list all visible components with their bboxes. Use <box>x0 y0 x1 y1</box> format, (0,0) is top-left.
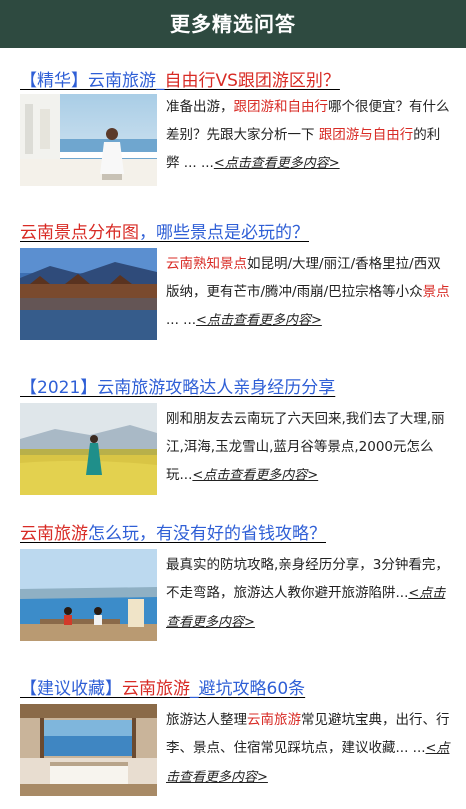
qa-title-1[interactable]: 【精华】云南旅游_自由行VS跟团游区别？ <box>20 66 340 91</box>
qa-thumbnail-2[interactable] <box>20 248 157 340</box>
qa-card-5[interactable]: 【建议收藏】云南旅游_避坑攻略60条 旅游达人整理云南旅游常见避坑宝典，出行、行… <box>0 668 466 803</box>
qa-desc-5: 旅游达人整理云南旅游常见避坑宝典，出行、行李、景点、住宿常见踩坑点，建议收藏..… <box>166 712 450 785</box>
page-header: 更多精选问答 <box>0 0 466 48</box>
qa-desc-3: 刚和朋友去云南玩了六天回来,我们去了大理,丽江,洱海,玉龙雪山,蓝月谷等景点,2… <box>166 411 445 483</box>
qa-title-2[interactable]: 云南景点分布图，哪些景点是必玩的？ <box>20 218 309 243</box>
qa-desc-2: 云南熟知景点如昆明/大理/丽江/香格里拉/西双版纳，更有芒市/腾冲/雨崩/巴拉宗… <box>166 256 450 328</box>
qa-thumbnail-4[interactable] <box>20 549 157 641</box>
qa-thumbnail-5[interactable] <box>20 704 157 796</box>
qa-title-5[interactable]: 【建议收藏】云南旅游_避坑攻略60条 <box>20 674 305 699</box>
view-more-link-2[interactable]: <点击查看更多内容> <box>196 313 322 328</box>
view-more-link-1[interactable]: <点击查看更多内容> <box>214 156 340 171</box>
qa-thumbnail-3[interactable] <box>20 403 157 495</box>
qa-title-3[interactable]: 【2021】云南旅游攻略达人亲身经历分享 <box>20 373 335 398</box>
page-title: 更多精选问答 <box>170 12 296 36</box>
qa-card-1[interactable]: 【精华】云南旅游_自由行VS跟团游区别？ 准备出游，跟团游和自由行哪个很便宜？有… <box>0 60 466 195</box>
qa-desc-1: 准备出游，跟团游和自由行哪个很便宜？有什么差别？先跟大家分析一下 跟团游与自由行… <box>166 99 450 171</box>
qa-card-3[interactable]: 【2021】云南旅游攻略达人亲身经历分享 刚和朋友去云南玩了六天回来,我们去了大… <box>0 367 466 502</box>
qa-title-4[interactable]: 云南旅游怎么玩，有没有好的省钱攻略？ <box>20 519 326 544</box>
qa-thumbnail-1[interactable] <box>20 94 157 186</box>
qa-card-2[interactable]: 云南景点分布图，哪些景点是必玩的？ 云南熟知景点如昆明/大理/丽江/香格里拉/西… <box>0 212 466 347</box>
qa-desc-4: 最真实的防坑攻略,亲身经历分享，3分钟看完，不走弯路，旅游达人教你避开旅游陷阱.… <box>166 557 449 630</box>
qa-card-4[interactable]: 云南旅游怎么玩，有没有好的省钱攻略？ 最真实的防坑攻略,亲身经历分享，3分钟看完… <box>0 513 466 648</box>
view-more-link-3[interactable]: <点击查看更多内容> <box>192 468 318 483</box>
